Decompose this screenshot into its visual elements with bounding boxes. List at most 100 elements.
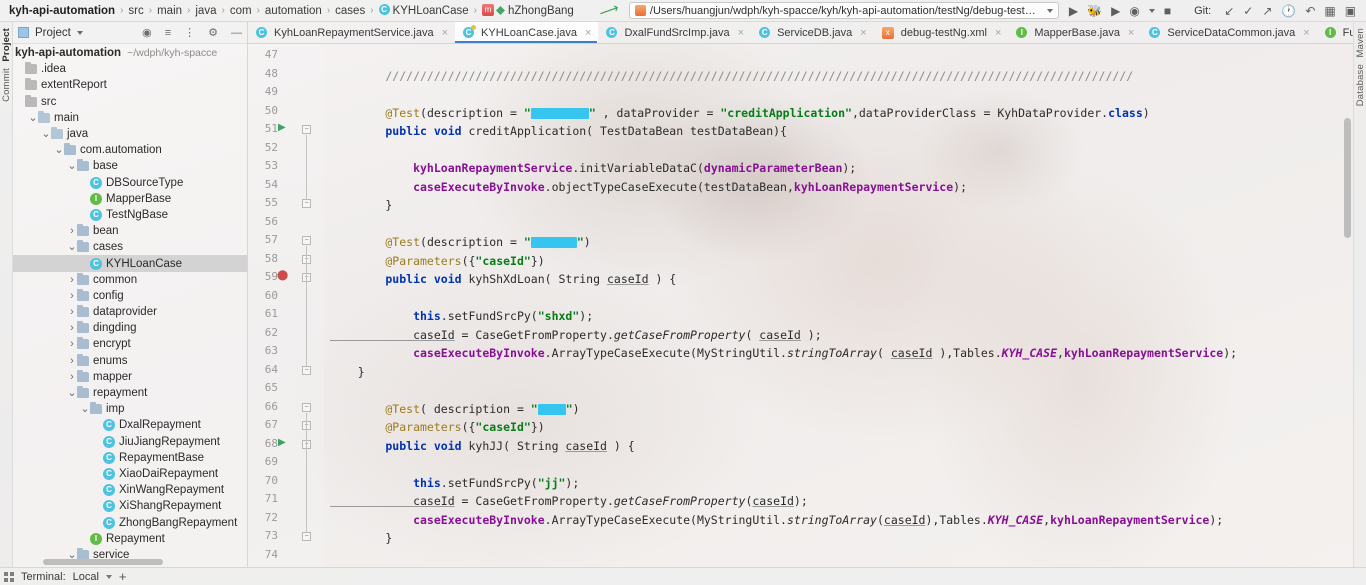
tree-node-common[interactable]: › common — [13, 272, 247, 288]
stripe-button-commit[interactable]: Commit — [1, 68, 12, 102]
chevron-right-icon[interactable]: › — [67, 290, 77, 302]
git-push-icon[interactable]: ↗ — [1262, 5, 1272, 17]
terminal-icon[interactable]: ▣ — [1345, 5, 1356, 17]
stripe-button-project[interactable]: Project — [1, 28, 12, 62]
breadcrumb-item-java[interactable]: java — [192, 5, 219, 17]
git-history-icon[interactable]: 🕐 — [1281, 5, 1296, 17]
tree-node-base[interactable]: ⌄ base — [13, 158, 247, 174]
run-icon[interactable]: ▶ — [1069, 5, 1078, 17]
tree-node-imp[interactable]: ⌄ imp — [13, 401, 247, 417]
tree-node-repayment[interactable]: Repayment — [13, 531, 247, 547]
breadcrumb-item-kyhloancase[interactable]: KYHLoanCase — [376, 4, 472, 17]
chevron-down-icon[interactable]: ⌄ — [67, 549, 77, 560]
chevron-right-icon[interactable]: › — [67, 355, 77, 367]
tree-node-mapper[interactable]: › mapper — [13, 369, 247, 385]
chevron-right-icon[interactable]: › — [67, 274, 77, 286]
breadcrumb-item-kyh-api-automation[interactable]: kyh-api-automation — [6, 5, 118, 17]
editor-tab-mapperbase-java[interactable]: MapperBase.java × — [1008, 22, 1141, 43]
layout-icon[interactable]: ▦ — [1324, 5, 1335, 17]
close-icon[interactable]: × — [1303, 27, 1309, 39]
terminal-shell-label[interactable]: Local — [73, 571, 99, 583]
scope-icon[interactable]: ◉ — [142, 26, 152, 39]
chevron-down-icon[interactable]: ⌄ — [54, 145, 64, 156]
tree-node-cases[interactable]: ⌄ cases — [13, 239, 247, 255]
expand-icon[interactable]: ⋮ — [184, 26, 195, 39]
chevron-down-icon[interactable]: ⌄ — [41, 129, 51, 140]
new-terminal-tab-icon[interactable]: + — [119, 569, 127, 584]
chevron-down-icon[interactable]: ⌄ — [67, 388, 77, 399]
tree-node-mapperbase[interactable]: MapperBase — [13, 191, 247, 207]
collapse-all-icon[interactable]: ≡ — [165, 27, 171, 39]
breadcrumb-item-hzhongbang[interactable]: hZhongBang — [479, 4, 577, 17]
code-editor[interactable]: ✔ 5 ▵ ▿ 4748495051▶−52535455−5657−58−59⬤… — [248, 44, 1353, 567]
editor-tab-debug-testng-xml[interactable]: debug-testNg.xml × — [874, 22, 1009, 43]
tree-node-java[interactable]: ⌄ java — [13, 126, 247, 142]
close-icon[interactable]: × — [442, 27, 448, 39]
breadcrumb-item-com[interactable]: com — [227, 5, 255, 17]
editor-tab-fundsrc-java[interactable]: FundSrc.java× — [1317, 22, 1353, 43]
code-fold-toggle[interactable]: − — [302, 236, 311, 245]
chevron-down-icon[interactable]: ⌄ — [67, 242, 77, 253]
code-fold-toggle[interactable]: − — [302, 125, 311, 134]
tree-node-jiujiangrepayment[interactable]: JiuJiangRepayment — [13, 434, 247, 450]
run-gutter-icon[interactable]: ▶ — [278, 437, 286, 448]
breadcrumb-item-automation[interactable]: automation — [262, 5, 325, 17]
run-with-coverage-icon[interactable]: ▶ — [1111, 5, 1120, 17]
git-update-icon[interactable]: ↙ — [1224, 5, 1234, 17]
stripe-button-database[interactable]: Database — [1355, 64, 1366, 106]
project-scope-chevron-icon[interactable] — [76, 30, 83, 35]
tree-node-kyhloancase[interactable]: KYHLoanCase — [13, 255, 247, 272]
debug-icon[interactable]: 🐝 — [1087, 5, 1102, 17]
close-icon[interactable]: × — [995, 27, 1001, 39]
editor-tab-servicedb-java[interactable]: ServiceDB.java × — [751, 22, 874, 43]
chevron-down-icon[interactable] — [105, 574, 112, 579]
tree-node-repayment[interactable]: ⌄ repayment — [13, 385, 247, 401]
tree-node-zhongbangrepayment[interactable]: ZhongBangRepayment — [13, 514, 247, 530]
chevron-right-icon[interactable]: › — [67, 322, 77, 334]
terminal-window-icon[interactable] — [4, 571, 14, 582]
project-horizontal-scrollbar[interactable] — [43, 559, 163, 565]
run-configuration-selector[interactable]: /Users/huangjun/wdph/kyh-spacce/kyh/kyh-… — [628, 2, 1059, 19]
close-icon[interactable]: × — [1128, 27, 1134, 39]
chevron-right-icon[interactable]: › — [67, 338, 77, 350]
chevron-right-icon[interactable]: › — [67, 225, 77, 237]
chevron-right-icon[interactable]: › — [67, 371, 77, 383]
tree-node-dingding[interactable]: › dingding — [13, 320, 247, 336]
close-icon[interactable]: × — [860, 27, 866, 39]
terminal-label[interactable]: Terminal: — [21, 571, 66, 583]
navigate-back-arrow-icon[interactable]: ⟶ — [597, 0, 622, 22]
editor-tab-dxalfundsrcimp-java[interactable]: DxalFundSrcImp.java × — [598, 22, 751, 43]
chevron-down-icon[interactable]: ⌄ — [80, 404, 90, 415]
git-commit-icon[interactable]: ✓ — [1243, 5, 1253, 17]
tree-node-xiaodairepayment[interactable]: XiaoDaiRepayment — [13, 466, 247, 482]
chevron-down-icon[interactable]: ⌄ — [28, 112, 38, 123]
editor-vertical-scrollbar[interactable] — [1344, 118, 1351, 238]
gear-icon[interactable]: ⚙ — [208, 26, 218, 39]
editor-code-area[interactable]: ////////////////////////////////////////… — [324, 44, 1353, 567]
tree-root-row[interactable]: kyh-api-automation ~/wdph/kyh-spacce — [13, 45, 247, 61]
more-run-options-chevron-icon[interactable] — [1148, 8, 1155, 13]
breakpoint-gutter-icon[interactable]: ⬤ — [277, 270, 288, 281]
close-icon[interactable]: × — [738, 27, 744, 39]
tree-node-bean[interactable]: › bean — [13, 223, 247, 239]
tree-node-encrypt[interactable]: › encrypt — [13, 336, 247, 352]
tree-node-extentreport[interactable]: extentReport — [13, 77, 247, 93]
hide-icon[interactable]: — — [231, 27, 242, 39]
chevron-right-icon[interactable]: › — [67, 306, 77, 318]
editor-gutter[interactable]: 4748495051▶−52535455−5657−58−59⬤−6061626… — [248, 44, 324, 567]
stripe-button-maven[interactable]: Maven — [1355, 28, 1366, 58]
tree-node-testngbase[interactable]: TestNgBase — [13, 207, 247, 223]
code-fold-toggle[interactable]: − — [302, 365, 311, 375]
tree-node-config[interactable]: › config — [13, 288, 247, 304]
code-fold-toggle[interactable]: − — [302, 532, 311, 541]
editor-tab-kyhloanrepaymentservice-java[interactable]: KyhLoanRepaymentService.java × — [248, 22, 455, 43]
tree-node-enums[interactable]: › enums — [13, 353, 247, 369]
editor-tab-kyhloancase-java[interactable]: KYHLoanCase.java × — [455, 22, 599, 43]
chevron-down-icon[interactable]: ⌄ — [67, 161, 77, 172]
close-icon[interactable]: × — [585, 27, 591, 39]
tree-node-repaymentbase[interactable]: RepaymentBase — [13, 450, 247, 466]
tree-node-src[interactable]: src — [13, 94, 247, 110]
tree-node-com-automation[interactable]: ⌄ com.automation — [13, 142, 247, 158]
breadcrumb-item-src[interactable]: src — [125, 5, 146, 17]
tree-node-dataprovider[interactable]: › dataprovider — [13, 304, 247, 320]
